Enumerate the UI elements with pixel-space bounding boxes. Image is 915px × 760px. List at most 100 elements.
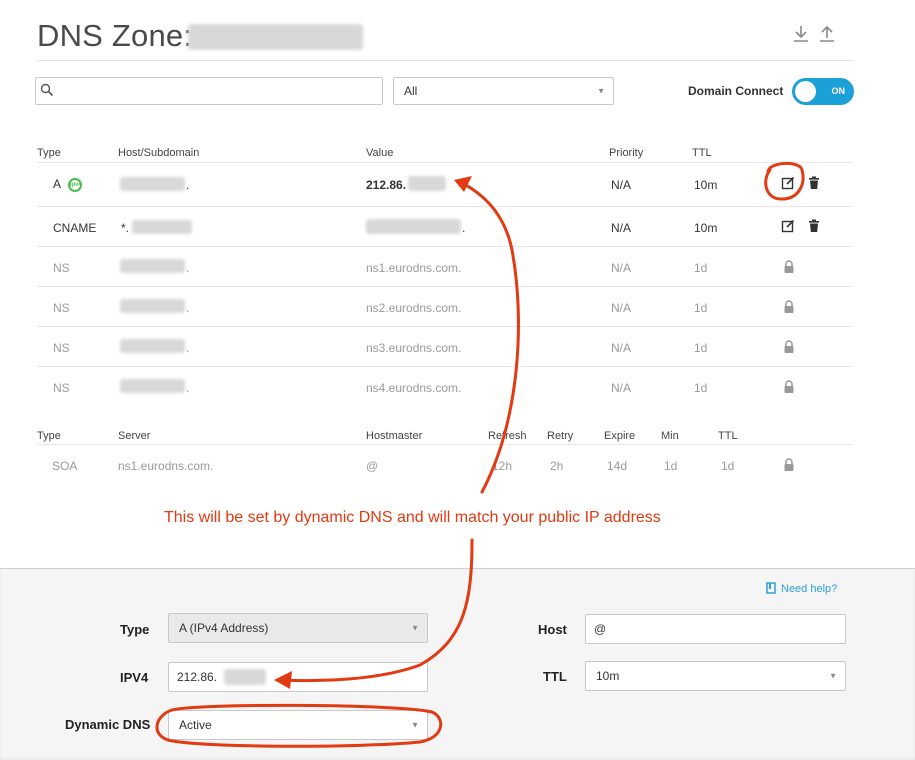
soa-col-retry: Retry (547, 430, 574, 442)
search-input[interactable] (60, 80, 378, 102)
record-type-filter[interactable]: All ▼ (393, 77, 614, 105)
redacted-host (132, 220, 192, 234)
row-divider (37, 366, 853, 367)
col-header-value: Value (366, 147, 394, 159)
record-type: NS (53, 341, 70, 355)
dynamic-dns-select[interactable]: Active ▼ (168, 710, 428, 740)
chevron-down-icon: ▼ (411, 623, 419, 633)
chevron-down-icon: ▼ (411, 720, 419, 730)
record-priority: N/A (611, 381, 632, 395)
record-value: 212.86. (366, 178, 407, 192)
record-value: . (462, 221, 466, 235)
chevron-down-icon: ▼ (597, 86, 605, 96)
redacted-value (408, 176, 446, 191)
a-record-badge-icon: ipv4 (67, 177, 82, 192)
soa-server: ns1.eurodns.com. (118, 459, 214, 473)
ipv4-input[interactable]: 212.86. (168, 662, 428, 692)
record-type: CNAME (53, 221, 97, 235)
filter-selected-value: All (404, 84, 418, 98)
soa-refresh: 12h (492, 459, 513, 473)
record-ttl: 1d (694, 261, 708, 275)
host-value: @ (594, 622, 607, 636)
need-help-label: Need help? (781, 583, 838, 595)
record-ttl: 1d (694, 301, 708, 315)
lock-icon (784, 458, 794, 471)
dynamic-dns-value: Active (179, 718, 212, 732)
delete-icon[interactable] (807, 219, 821, 233)
col-header-type: Type (37, 147, 61, 159)
soa-hostmaster: @ (366, 459, 379, 473)
type-select-value: A (IPv4 Address) (179, 621, 269, 635)
redacted-host (120, 299, 185, 313)
domain-connect-label: Domain Connect (688, 84, 784, 98)
record-priority: N/A (611, 221, 632, 235)
ttl-select[interactable]: 10m ▼ (585, 661, 846, 691)
row-divider (37, 286, 853, 287)
download-icon[interactable] (790, 24, 812, 48)
domain-connect-toggle[interactable]: ON (792, 78, 854, 105)
ttl-label: TTL (543, 669, 567, 684)
record-ttl: 10m (694, 178, 718, 192)
redacted-domain-name (188, 24, 363, 50)
record-value: ns4.eurodns.com. (366, 381, 462, 395)
search-box[interactable] (35, 77, 383, 105)
page-title: DNS Zone: (37, 18, 192, 54)
soa-col-expire: Expire (604, 430, 636, 442)
soa-col-refresh: Refresh (488, 430, 527, 442)
lock-icon (784, 340, 794, 353)
record-priority: N/A (611, 301, 632, 315)
record-priority: N/A (611, 178, 632, 192)
dynamic-dns-label: Dynamic DNS (65, 717, 151, 732)
record-value: ns3.eurodns.com. (366, 341, 462, 355)
annotation-text: This will be set by dynamic DNS and will… (164, 509, 661, 526)
annotation-arrowhead-up (454, 176, 472, 192)
book-icon (766, 582, 776, 594)
soa-min: 1d (664, 459, 678, 473)
record-type: A (53, 177, 61, 191)
redacted-ip (224, 669, 266, 685)
table-row[interactable]: A ipv4 (53, 177, 82, 192)
col-header-priority: Priority (609, 147, 644, 159)
toggle-state-label: ON (831, 86, 846, 96)
record-priority: N/A (611, 341, 632, 355)
type-select[interactable]: A (IPv4 Address) ▼ (168, 613, 428, 643)
edit-icon[interactable] (781, 219, 795, 233)
record-type: NS (53, 261, 70, 275)
delete-icon[interactable] (807, 176, 821, 190)
table-header-divider (37, 162, 853, 163)
col-header-ttl: TTL (692, 147, 712, 159)
record-value: ns2.eurodns.com. (366, 301, 462, 315)
soa-expire: 14d (607, 459, 628, 473)
record-value: ns1.eurodns.com. (366, 261, 462, 275)
soa-col-server: Server (118, 430, 151, 442)
search-icon (40, 83, 54, 97)
host-input[interactable]: @ (585, 614, 846, 644)
col-header-host: Host/Subdomain (118, 147, 200, 159)
soa-col-min: Min (661, 430, 679, 442)
row-divider (37, 206, 853, 207)
edit-icon[interactable] (781, 176, 795, 190)
record-host: . (186, 178, 190, 192)
record-ttl: 1d (694, 341, 708, 355)
ttl-select-value: 10m (596, 669, 620, 683)
record-host: *. (121, 221, 130, 235)
ipv4-label: IPV4 (120, 670, 149, 685)
record-host: . (186, 261, 190, 275)
redacted-host (120, 259, 185, 273)
toggle-knob (795, 81, 816, 102)
record-type: NS (53, 301, 70, 315)
record-priority: N/A (611, 261, 632, 275)
host-label: Host (538, 622, 567, 637)
upload-icon[interactable] (816, 24, 838, 48)
ipv4-value: 212.86. (177, 670, 218, 684)
lock-icon (784, 300, 794, 313)
soa-ttl: 1d (721, 459, 735, 473)
soa-header-divider (37, 444, 853, 445)
record-host: . (186, 341, 190, 355)
row-divider (37, 246, 853, 247)
redacted-value (366, 219, 461, 234)
need-help-link[interactable]: Need help? (766, 582, 837, 595)
redacted-host (120, 339, 185, 353)
soa-col-ttl: TTL (718, 430, 738, 442)
chevron-down-icon: ▼ (829, 671, 837, 681)
